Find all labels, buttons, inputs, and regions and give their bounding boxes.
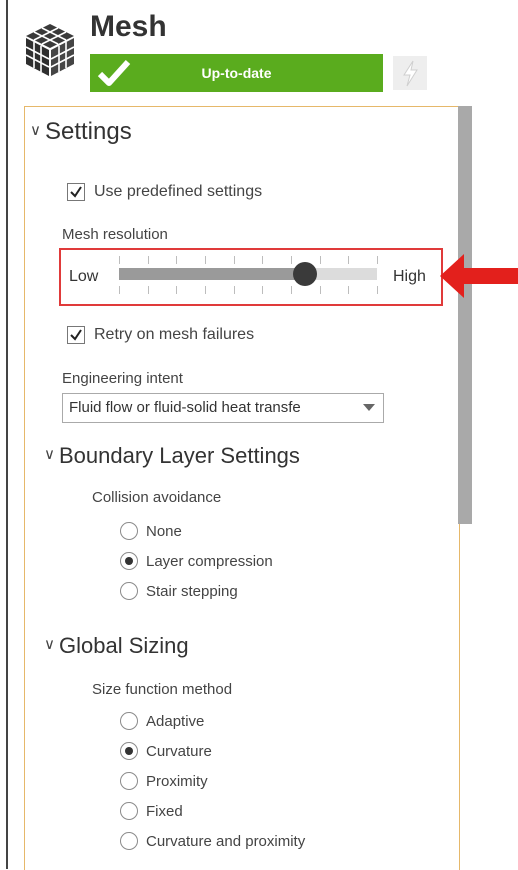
radio-label: Curvature xyxy=(146,743,212,760)
slider-tick xyxy=(377,256,378,264)
radio-label: None xyxy=(146,523,182,540)
section-global-sizing[interactable]: ∨ Global Sizing xyxy=(44,633,189,659)
slider-tick xyxy=(348,286,349,294)
radio-global_sizing-3[interactable] xyxy=(120,802,138,820)
radio-label: Fixed xyxy=(146,803,183,820)
slider-tick xyxy=(205,256,206,264)
chevron-down-icon: ∨ xyxy=(44,636,55,653)
slider-tick xyxy=(234,286,235,294)
radio-selected-dot xyxy=(125,557,133,565)
slider-tick xyxy=(262,256,263,264)
radio-label: Adaptive xyxy=(146,713,205,730)
slider-tick xyxy=(176,286,177,294)
engineering-intent-label: Engineering intent xyxy=(62,370,183,387)
radio-selected-dot xyxy=(125,747,133,755)
mesh-resolution-slider-highlight: Low High xyxy=(59,248,443,306)
scrollbar[interactable] xyxy=(458,106,472,524)
radio-label: Stair stepping xyxy=(146,583,238,600)
slider-thumb[interactable] xyxy=(292,262,317,286)
status-badge: Up-to-date xyxy=(90,54,383,92)
size-function-label: Size function method xyxy=(92,681,233,698)
radio-label: Curvature and proximity xyxy=(146,833,306,850)
slider-high-label: High xyxy=(393,268,426,285)
section-settings-title: Settings xyxy=(44,118,132,145)
mesh-resolution-slider[interactable] xyxy=(119,262,377,286)
use-predefined-label: Use predefined settings xyxy=(94,183,263,200)
slider-tick xyxy=(148,286,149,294)
chevron-down-icon xyxy=(363,404,375,411)
lightning-icon xyxy=(403,60,418,87)
radio-label: Layer compression xyxy=(146,553,273,570)
retry-checkbox[interactable] xyxy=(67,326,85,344)
slider-tick xyxy=(176,256,177,264)
chevron-down-icon: ∨ xyxy=(30,122,41,139)
page-title: Mesh xyxy=(90,10,167,43)
slider-tick xyxy=(205,286,206,294)
radio-global_sizing-4[interactable] xyxy=(120,832,138,850)
radio-global_sizing-1[interactable] xyxy=(120,742,138,760)
slider-tick xyxy=(377,286,378,294)
chevron-down-icon: ∨ xyxy=(44,446,55,463)
engineering-intent-value: Fluid flow or fluid-solid heat transfe xyxy=(69,399,301,416)
collision-avoidance-label: Collision avoidance xyxy=(92,489,222,506)
section-global-sizing-title: Global Sizing xyxy=(58,633,189,658)
retry-label: Retry on mesh failures xyxy=(94,326,255,343)
check-icon xyxy=(70,186,82,198)
slider-tick xyxy=(234,256,235,264)
mesh-resolution-label: Mesh resolution xyxy=(62,226,168,243)
slider-tick xyxy=(148,256,149,264)
left-border xyxy=(6,0,8,869)
slider-tick xyxy=(320,286,321,294)
radio-boundary_layer-1[interactable] xyxy=(120,552,138,570)
radio-boundary_layer-2[interactable] xyxy=(120,582,138,600)
red-arrow-icon xyxy=(440,254,518,298)
radio-global_sizing-2[interactable] xyxy=(120,772,138,790)
use-predefined-checkbox[interactable] xyxy=(67,183,85,201)
status-text: Up-to-date xyxy=(201,65,272,81)
section-boundary-layer[interactable]: ∨ Boundary Layer Settings xyxy=(44,443,300,469)
slider-tick xyxy=(262,286,263,294)
slider-low-label: Low xyxy=(69,268,99,285)
update-button[interactable] xyxy=(393,56,427,90)
slider-tick xyxy=(348,256,349,264)
engineering-intent-dropdown[interactable]: Fluid flow or fluid-solid heat transfe xyxy=(62,393,384,423)
slider-tick xyxy=(291,256,292,264)
radio-boundary_layer-0[interactable] xyxy=(120,522,138,540)
radio-label: Proximity xyxy=(146,773,208,790)
section-settings[interactable]: ∨ Settings xyxy=(30,118,132,146)
mesh-cube-icon xyxy=(22,22,78,78)
slider-tick xyxy=(119,286,120,294)
settings-panel xyxy=(24,106,460,870)
section-boundary-layer-title: Boundary Layer Settings xyxy=(58,443,300,468)
slider-tick xyxy=(320,256,321,264)
slider-tick xyxy=(119,256,120,264)
radio-global_sizing-0[interactable] xyxy=(120,712,138,730)
slider-fill xyxy=(119,268,305,280)
check-icon xyxy=(70,329,82,341)
slider-tick xyxy=(291,286,292,294)
